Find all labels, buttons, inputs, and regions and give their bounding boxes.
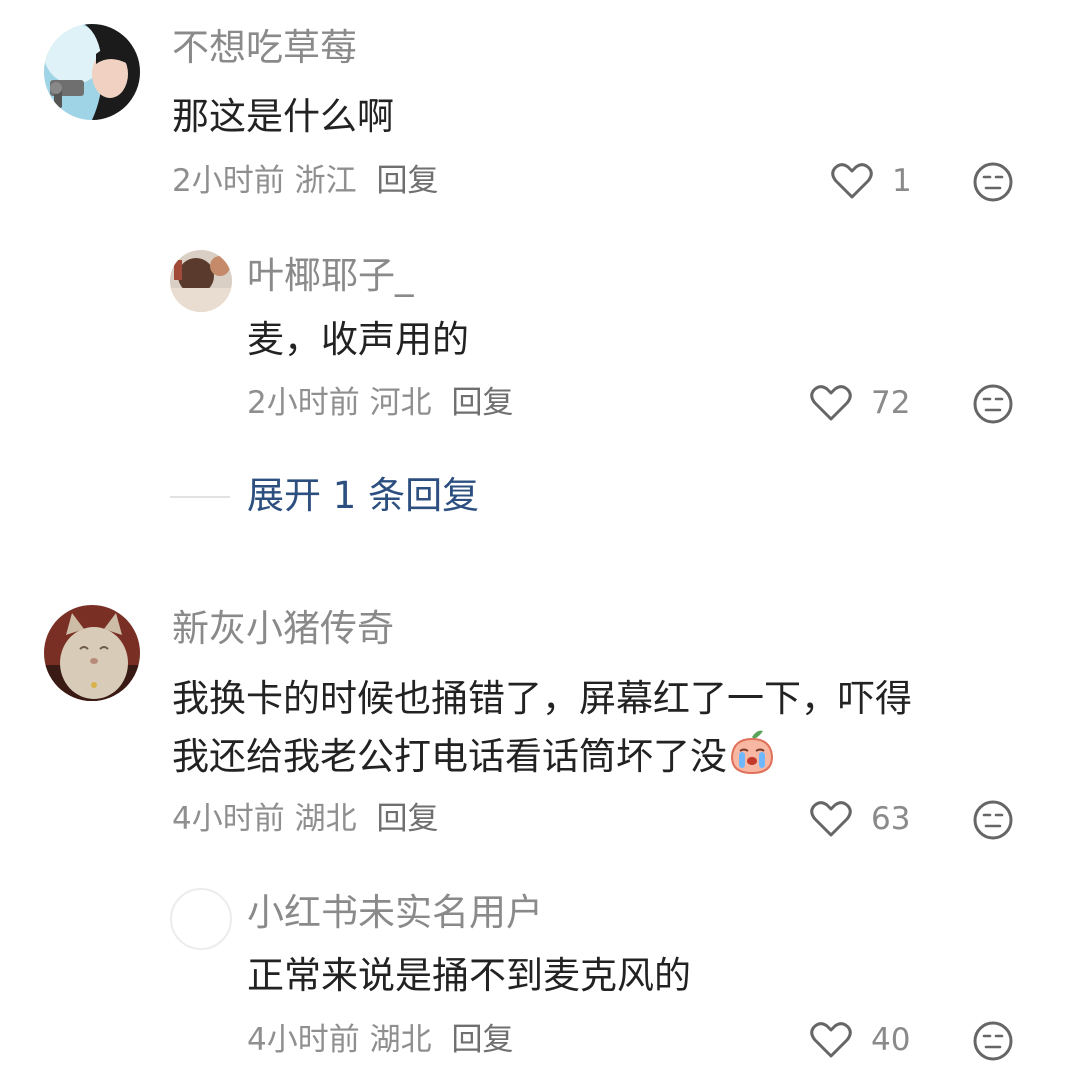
reply-username[interactable]: 小红书未实名用户 (247, 891, 543, 935)
like-count: 40 (871, 1022, 911, 1058)
like-button[interactable]: 63 (809, 799, 910, 839)
comment-location: 浙江 (294, 163, 357, 199)
reply-button[interactable]: 回复 (451, 1022, 513, 1058)
emoji-reaction-button[interactable] (972, 799, 1014, 845)
neutral-face-icon (973, 162, 1013, 202)
like-count: 72 (871, 385, 911, 421)
like-count: 63 (871, 801, 911, 837)
avatar-photo-image (170, 250, 232, 312)
avatar[interactable] (170, 250, 232, 312)
comment-content-line: 我换卡的时候也捅错了，屏幕红了一下，吓得 (172, 677, 912, 720)
neutral-face-icon (973, 1021, 1013, 1061)
emoji-reaction-button[interactable] (972, 1020, 1014, 1066)
like-count: 1 (892, 163, 912, 199)
reply-button[interactable]: 回复 (376, 163, 438, 199)
comment-location: 湖北 (294, 801, 357, 837)
comment-meta: 2小时前 浙江 回复 (172, 161, 438, 201)
avatar[interactable] (44, 605, 140, 701)
avatar-woman-image (44, 24, 140, 120)
neutral-face-icon (973, 384, 1013, 424)
like-button[interactable]: 40 (809, 1020, 910, 1060)
reply-username[interactable]: 叶椰耶子_ (247, 254, 414, 298)
comment-content-line: 我还给我老公打电话看话筒坏了没 (172, 727, 777, 786)
like-button[interactable]: 72 (809, 383, 910, 423)
expand-divider (170, 496, 230, 498)
avatar[interactable] (170, 888, 232, 950)
comment-content-text: 我还给我老公打电话看话筒坏了没 (172, 735, 727, 778)
reply-time: 4小时前 (247, 1022, 360, 1058)
crying-peach-emoji (730, 730, 774, 775)
like-button[interactable]: 1 (830, 161, 912, 201)
comment-time: 2小时前 (172, 163, 285, 199)
comment-meta: 4小时前 湖北 回复 (172, 799, 438, 839)
heart-outline-icon (810, 1022, 852, 1058)
comment-username[interactable]: 新灰小猪传奇 (172, 607, 394, 651)
reply-content: 正常来说是捅不到麦克风的 (247, 954, 691, 997)
reply-content: 麦，收声用的 (247, 318, 469, 361)
avatar-cat-image (44, 605, 140, 701)
reply-time: 2小时前 (247, 385, 360, 421)
avatar[interactable] (44, 24, 140, 120)
reply-meta: 4小时前 湖北 回复 (247, 1020, 513, 1060)
expand-replies-button[interactable]: 展开 1 条回复 (247, 474, 479, 518)
heart-outline-icon (810, 801, 852, 837)
neutral-face-icon (973, 800, 1013, 840)
emoji-reaction-button[interactable] (972, 383, 1014, 429)
reply-meta: 2小时前 河北 回复 (247, 383, 513, 423)
heart-outline-icon (831, 163, 873, 199)
reply-location: 河北 (369, 385, 432, 421)
comment-time: 4小时前 (172, 801, 285, 837)
heart-outline-icon (810, 385, 852, 421)
emoji-reaction-button[interactable] (972, 161, 1014, 207)
comment-content: 那这是什么啊 (172, 95, 394, 138)
reply-location: 湖北 (369, 1022, 432, 1058)
reply-button[interactable]: 回复 (451, 385, 513, 421)
comment-username[interactable]: 不想吃草莓 (172, 26, 357, 70)
reply-button[interactable]: 回复 (376, 801, 438, 837)
